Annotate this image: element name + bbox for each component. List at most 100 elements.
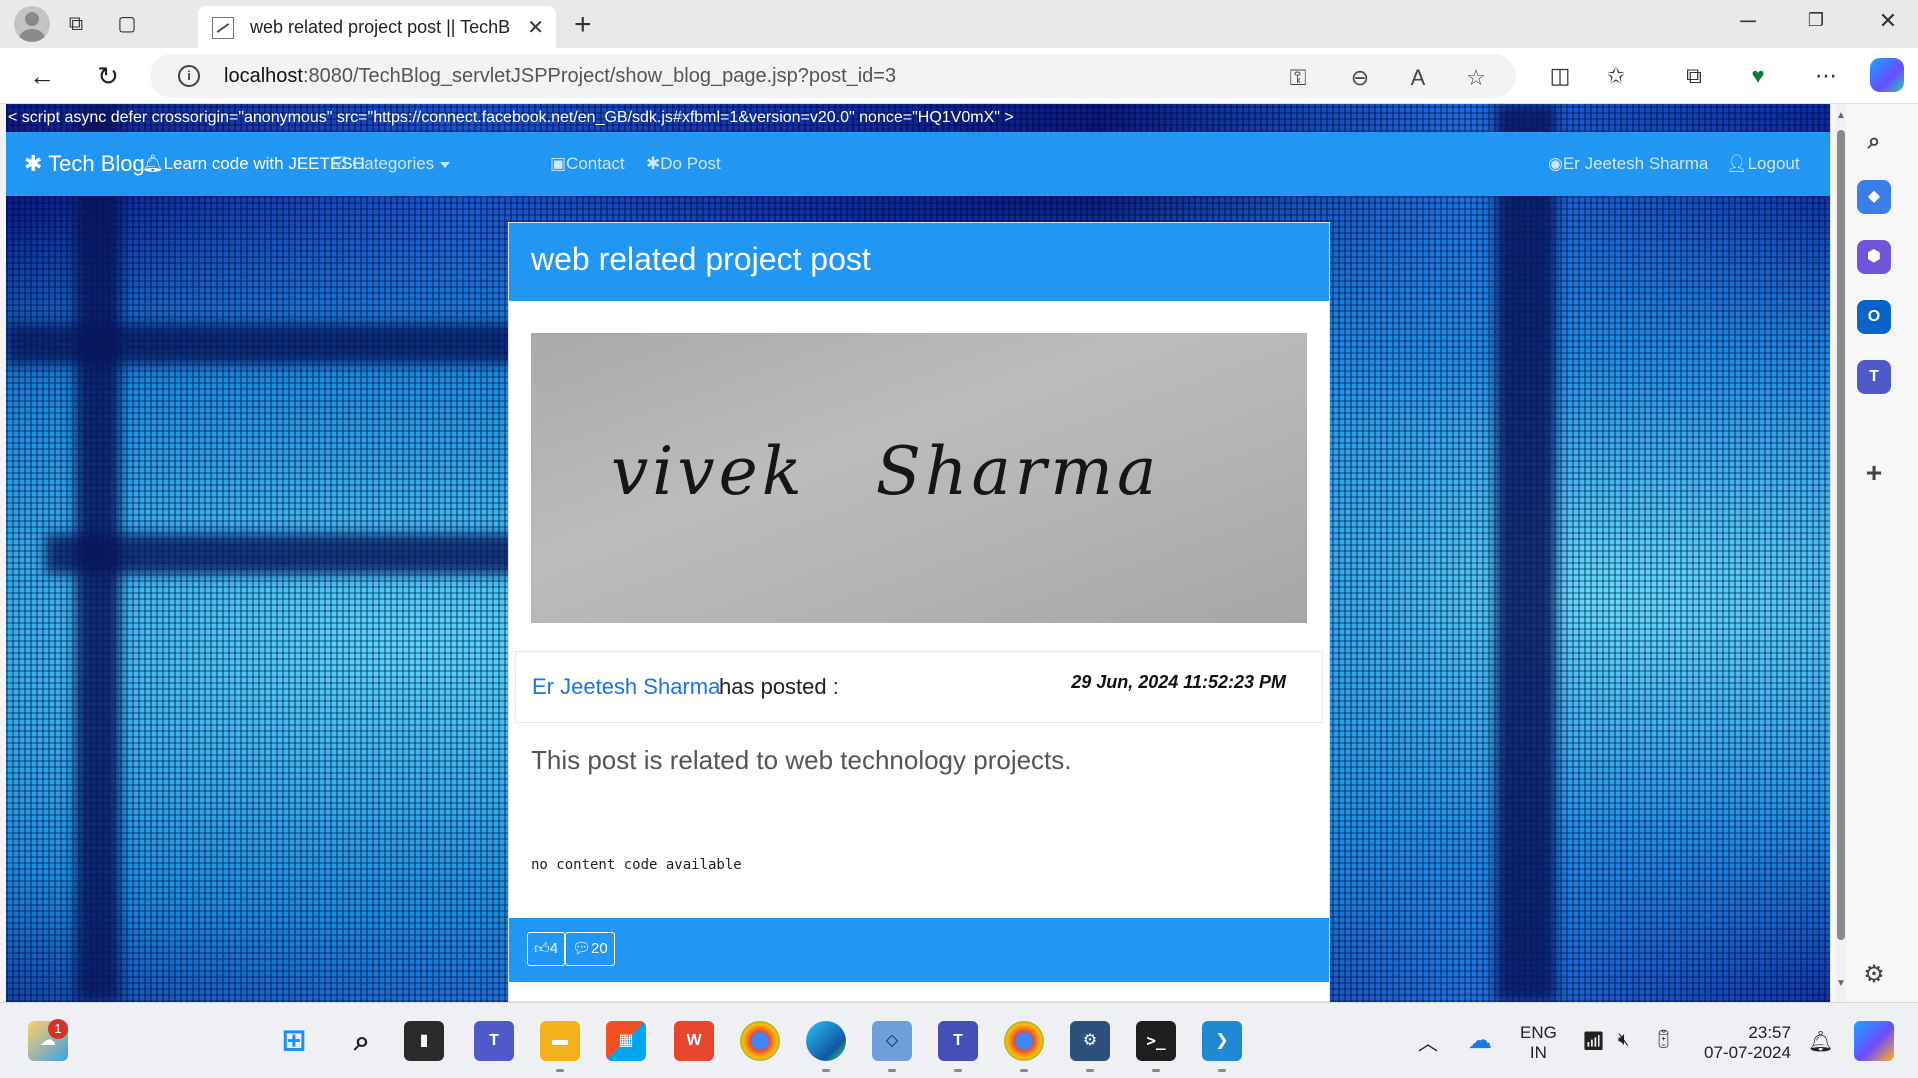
file-explorer-icon[interactable]: ▬: [540, 1021, 580, 1061]
battery-charging-icon[interactable]: 🔋︎: [1652, 1029, 1675, 1050]
tools-icon[interactable]: ⬢: [1857, 240, 1891, 274]
notification-badge: 1: [48, 1019, 68, 1039]
comment-button[interactable]: 💬︎20: [565, 932, 615, 966]
favorite-star-icon[interactable]: ☆: [1462, 64, 1490, 92]
wifi-icon[interactable]: 📶︎: [1582, 1031, 1605, 1052]
posted-label: has posted :: [719, 674, 839, 699]
browser-tab-strip: ⧉ ▢ web related project post || TechB ✕ …: [0, 0, 1918, 48]
sidebar-settings-gear-icon[interactable]: ⚙: [1857, 958, 1891, 992]
tab-actions-icon[interactable]: ▢: [113, 10, 141, 38]
task-view-icon[interactable]: ▮: [404, 1021, 444, 1061]
read-aloud-icon[interactable]: A: [1404, 64, 1432, 92]
profile-avatar-icon[interactable]: [14, 6, 50, 42]
background-window-frame: [1496, 104, 1556, 1002]
nav-logout-link[interactable]: 👤︎Logout: [1726, 154, 1800, 174]
collections-icon[interactable]: ⧉: [1678, 60, 1710, 92]
running-indicator: [556, 1069, 564, 1072]
nav-do-post-link[interactable]: ✱Do Post: [646, 154, 721, 174]
mysql-workbench-icon[interactable]: ⚙: [1070, 1021, 1110, 1061]
refresh-icon[interactable]: ↻: [92, 60, 124, 92]
comment-icon: 💬︎: [572, 940, 592, 957]
restore-window-button[interactable]: ❐: [1796, 10, 1836, 31]
checkbox-icon: ☑: [332, 154, 352, 173]
volume-muted-icon[interactable]: 🔇︎: [1618, 1029, 1629, 1050]
scrollbar-thumb[interactable]: [1837, 130, 1845, 940]
microsoft-store-icon[interactable]: ▦: [606, 1021, 646, 1061]
chrome-profile-icon[interactable]: [1004, 1021, 1044, 1061]
vscode-icon[interactable]: ❯: [1202, 1021, 1242, 1061]
clock[interactable]: 23:57 07-07-2024: [1704, 1023, 1791, 1063]
password-key-icon[interactable]: ⚿: [1284, 64, 1312, 92]
handwritten-name: vivek Sharma: [611, 433, 1161, 510]
windows-start-icon[interactable]: ⊞: [274, 1021, 314, 1061]
zoom-out-icon[interactable]: ⊖: [1346, 64, 1374, 92]
notification-bell-icon[interactable]: 🔔︎: [1808, 1029, 1833, 1054]
copilot-icon[interactable]: [1870, 58, 1904, 92]
settings-more-icon[interactable]: ⋯: [1810, 60, 1842, 92]
background-window-frame: [6, 324, 526, 364]
scroll-up-arrow-icon[interactable]: ▲: [1835, 110, 1847, 121]
background-window-frame: [46, 534, 566, 574]
copilot-preview-icon[interactable]: [1854, 1021, 1894, 1061]
close-window-button[interactable]: ✕: [1868, 8, 1908, 34]
scroll-down-arrow-icon[interactable]: ▼: [1835, 978, 1847, 989]
wps-office-icon[interactable]: W: [674, 1021, 714, 1061]
post-image: vivek Sharma: [531, 333, 1307, 623]
asterisk-icon: ✱: [646, 154, 661, 173]
nav-contact-link[interactable]: ▣Contact: [550, 154, 625, 174]
chrome-icon[interactable]: [740, 1021, 780, 1061]
teams-new-icon[interactable]: T: [938, 1021, 978, 1061]
show-hidden-icons-chevron-icon[interactable]: ︿: [1418, 1027, 1438, 1056]
workspaces-icon[interactable]: ⧉: [62, 10, 90, 38]
teams-chat-icon[interactable]: T: [474, 1021, 514, 1061]
running-indicator: [822, 1069, 830, 1072]
running-indicator: [1020, 1069, 1028, 1072]
page-favicon-icon: [212, 17, 234, 39]
new-tab-button[interactable]: +: [574, 8, 592, 42]
tab-title: web related project post || TechB: [250, 17, 511, 37]
user-logout-icon: 👤︎: [1726, 154, 1748, 173]
minimize-window-button[interactable]: ─: [1728, 8, 1768, 34]
nav-categories-dropdown[interactable]: ☑ Categories: [332, 154, 451, 174]
taskbar-search-icon[interactable]: ⌕: [342, 1021, 382, 1061]
outlook-icon[interactable]: O: [1857, 300, 1891, 334]
running-indicator: [954, 1069, 962, 1072]
url-text[interactable]: localhost:8080/TechBlog_servletJSPProjec…: [224, 65, 896, 88]
running-indicator: [1086, 1069, 1094, 1072]
bell-icon: 🔔︎: [142, 154, 164, 173]
raw-script-text: < script async defer crossorigin="anonym…: [8, 109, 1014, 126]
terminal-icon[interactable]: >_: [1136, 1021, 1176, 1061]
tab-close-icon[interactable]: ✕: [527, 15, 544, 40]
thumbs-up-icon: 👍︎: [534, 940, 550, 957]
shopping-tag-icon[interactable]: ◆: [1857, 180, 1891, 214]
post-author-link[interactable]: Er Jeetesh Sharma: [532, 674, 720, 700]
post-meta-row: Er Jeetesh Sharma has posted : 29 Jun, 2…: [515, 651, 1323, 723]
browser-essentials-icon[interactable]: ♥: [1742, 60, 1774, 92]
nav-user-profile-link[interactable]: ◉Er Jeetesh Sharma: [1548, 154, 1708, 174]
running-indicator: [1218, 1069, 1226, 1072]
like-button[interactable]: 👍︎4: [527, 932, 566, 966]
split-screen-icon[interactable]: ◫: [1544, 60, 1576, 92]
brand-link[interactable]: ✱ Tech Blog: [24, 151, 145, 177]
virtualbox-cube-icon[interactable]: ◇: [872, 1021, 912, 1061]
running-indicator: [888, 1069, 896, 1072]
favorites-icon[interactable]: ✩: [1600, 60, 1632, 92]
browser-tab-active[interactable]: web related project post || TechB ✕: [198, 6, 556, 48]
post-date: 29 Jun, 2024 11:52:23 PM: [1071, 672, 1286, 692]
windows-taskbar: ☁ 1 ⊞ ⌕ ▮ T ▬ ▦ W ◇ T ⚙ >_ ❯ ︿ ☁ ENG IN 📶…: [0, 1002, 1918, 1078]
user-circle-icon: ◉: [1548, 154, 1563, 173]
running-indicator: [1152, 1069, 1160, 1072]
post-code: no content code available: [531, 857, 742, 873]
onedrive-cloud-icon[interactable]: ☁: [1460, 1021, 1500, 1061]
site-info-icon[interactable]: i: [178, 65, 200, 87]
edge-browser-icon[interactable]: [806, 1021, 846, 1061]
language-indicator[interactable]: ENG IN: [1520, 1023, 1557, 1063]
contact-card-icon: ▣: [550, 154, 567, 173]
search-icon[interactable]: ⌕: [1857, 124, 1891, 158]
post-card: web related project post vivek Sharma Er …: [508, 222, 1330, 1002]
browser-toolbar: ← ↻ i localhost:8080/TechBlog_servletJSP…: [0, 48, 1918, 104]
add-sidebar-app-icon[interactable]: +: [1857, 456, 1891, 490]
address-bar[interactable]: i localhost:8080/TechBlog_servletJSPProj…: [150, 54, 1516, 98]
teams-icon[interactable]: T: [1857, 360, 1891, 394]
back-arrow-icon[interactable]: ←: [26, 60, 58, 92]
